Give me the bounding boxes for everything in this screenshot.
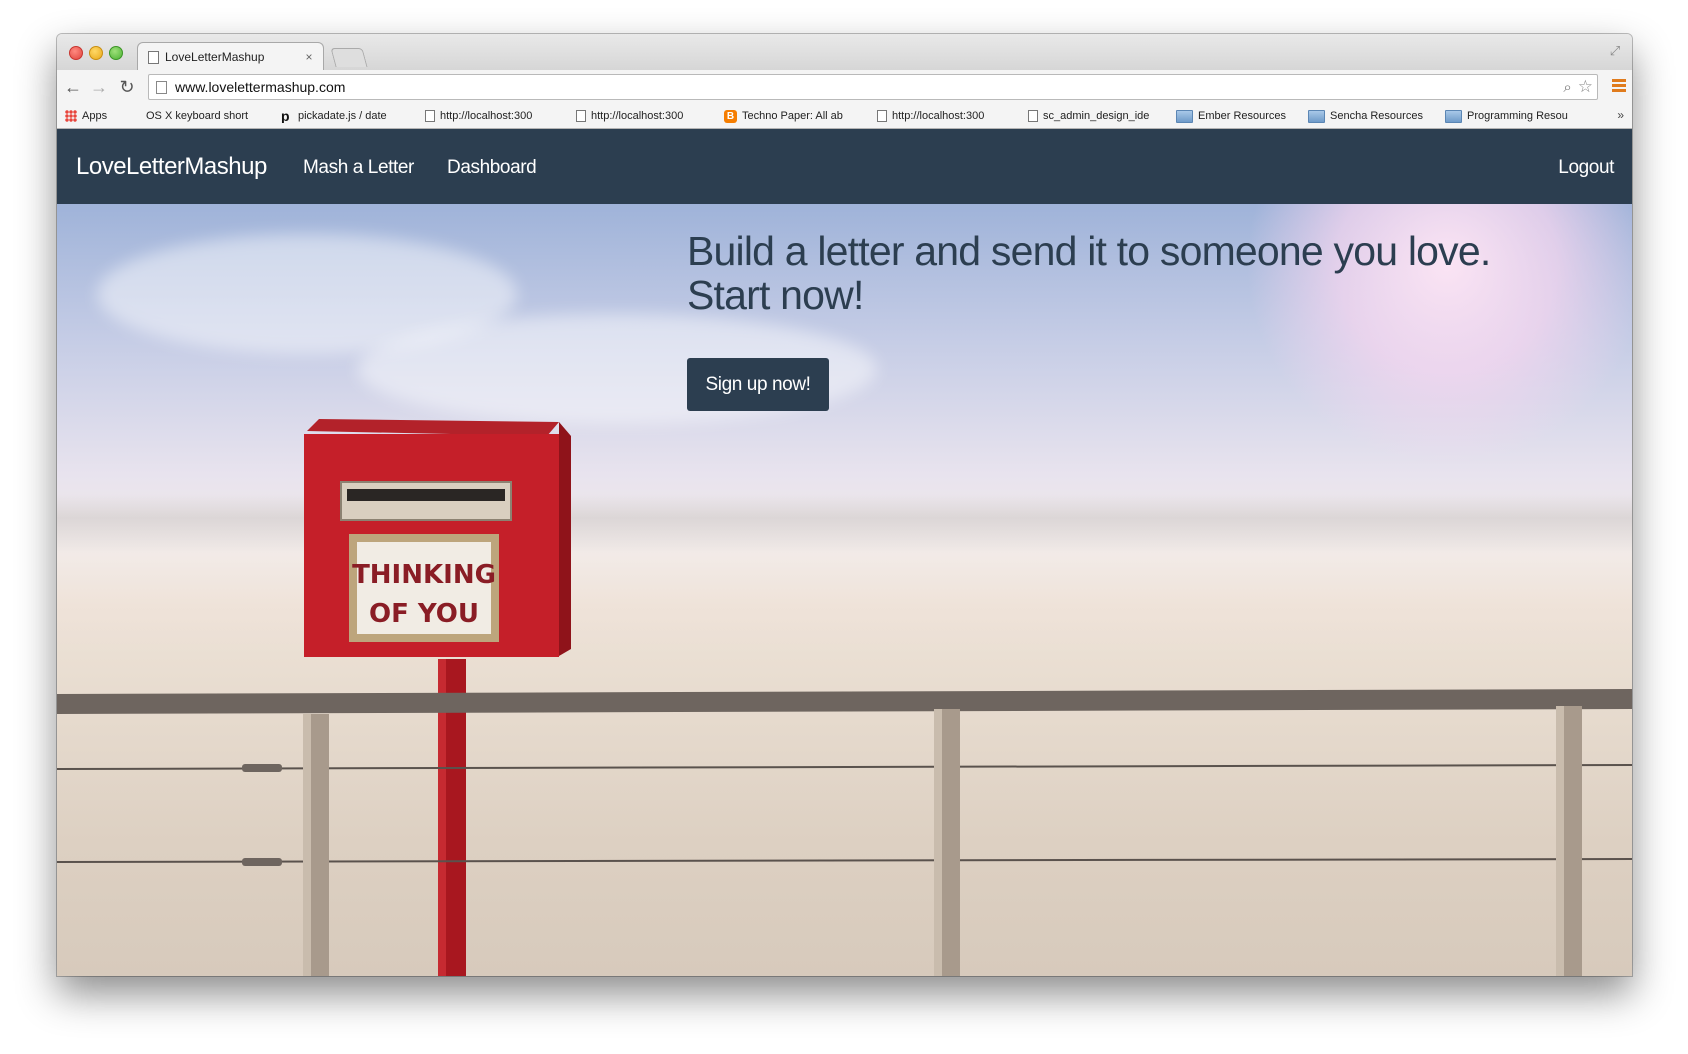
document-icon [576,110,586,122]
hero-section: THINKING OF YOU Build a letter and send … [57,204,1632,976]
maximize-window-icon[interactable] [109,46,123,60]
nav-mash-a-letter[interactable]: Mash a Letter [303,157,414,179]
browser-window: LoveLetterMashup × ⤢ ← → ↻ www.lovelette… [57,34,1632,976]
logout-link[interactable]: Logout [1558,157,1614,179]
bookmark-osx-keyboard[interactable]: OS X keyboard short [130,109,265,123]
mailbox-railing-illustration: THINKING OF YOU [57,419,1632,976]
address-bar[interactable]: www.lovelettermashup.com ⌕ ☆ [148,74,1598,100]
browser-tab[interactable]: LoveLetterMashup × [137,42,324,71]
close-tab-icon[interactable]: × [301,50,317,64]
fullscreen-icon[interactable]: ⤢ [1608,44,1622,58]
browser-toolbar: ← → ↻ www.lovelettermashup.com ⌕ ☆ [57,70,1632,104]
sign-up-button[interactable]: Sign up now! [687,358,829,411]
railing-wire [57,764,1632,770]
bookmark-techno-paper[interactable]: B Techno Paper: All ab [724,109,864,123]
reload-icon[interactable]: ↻ [115,75,139,99]
chrome-menu-icon[interactable] [1612,79,1626,93]
blogger-icon: B [724,109,737,123]
hero-headline: Build a letter and send it to someone yo… [687,228,1491,318]
site-navbar: LoveLetterMashup Mash a Letter Dashboard… [57,129,1632,204]
mailbox-sign-line2: OF YOU [369,599,479,629]
back-arrow-icon[interactable]: ← [61,75,85,99]
mailbox-side [559,422,571,656]
mailbox-sign-line1: THINKING [352,560,496,590]
new-tab-button[interactable] [330,48,368,67]
forward-arrow-icon[interactable]: → [87,75,111,99]
bookmark-localhost-3[interactable]: http://localhost:300 [877,109,1013,123]
document-icon [425,110,435,122]
close-window-icon[interactable] [69,46,83,60]
page-icon [156,80,167,94]
more-bookmarks-icon[interactable]: » [1617,108,1624,122]
railing-wire [57,858,1632,863]
tab-title: LoveLetterMashup [165,50,265,64]
bookmark-localhost-2[interactable]: http://localhost:300 [576,109,712,123]
brand-link[interactable]: LoveLetterMashup [76,153,267,181]
railing-top-bar [57,689,1632,714]
apple-icon [130,110,141,122]
bookmark-pickadate[interactable]: p pickadate.js / date [281,109,421,123]
web-page: LoveLetterMashup Mash a Letter Dashboard… [57,129,1632,976]
pickadate-icon: p [281,109,290,123]
nav-dashboard[interactable]: Dashboard [447,157,537,179]
apps-grid-icon [65,110,77,122]
url-text[interactable]: www.lovelettermashup.com [175,79,1563,95]
folder-icon [1176,109,1193,123]
folder-icon [1445,109,1462,123]
zoom-icon[interactable]: ⌕ [1563,79,1571,96]
bookmark-sencha-resources[interactable]: Sencha Resources [1308,109,1438,123]
bookmarks-bar: Apps OS X keyboard short p pickadate.js … [57,104,1632,129]
bookmark-sc-admin[interactable]: sc_admin_design_ide [1028,109,1158,123]
title-bar: LoveLetterMashup × ⤢ [57,34,1632,71]
bookmark-localhost-1[interactable]: http://localhost:300 [425,109,561,123]
minimize-window-icon[interactable] [89,46,103,60]
document-icon [877,110,887,122]
document-icon [1028,110,1038,122]
bookmark-apps[interactable]: Apps [65,109,125,123]
bookmark-ember-resources[interactable]: Ember Resources [1176,109,1306,123]
page-icon [148,50,159,64]
bookmark-star-icon[interactable]: ☆ [1578,77,1593,97]
bookmark-programming-resources[interactable]: Programming Resou [1445,109,1585,123]
folder-icon [1308,109,1325,123]
